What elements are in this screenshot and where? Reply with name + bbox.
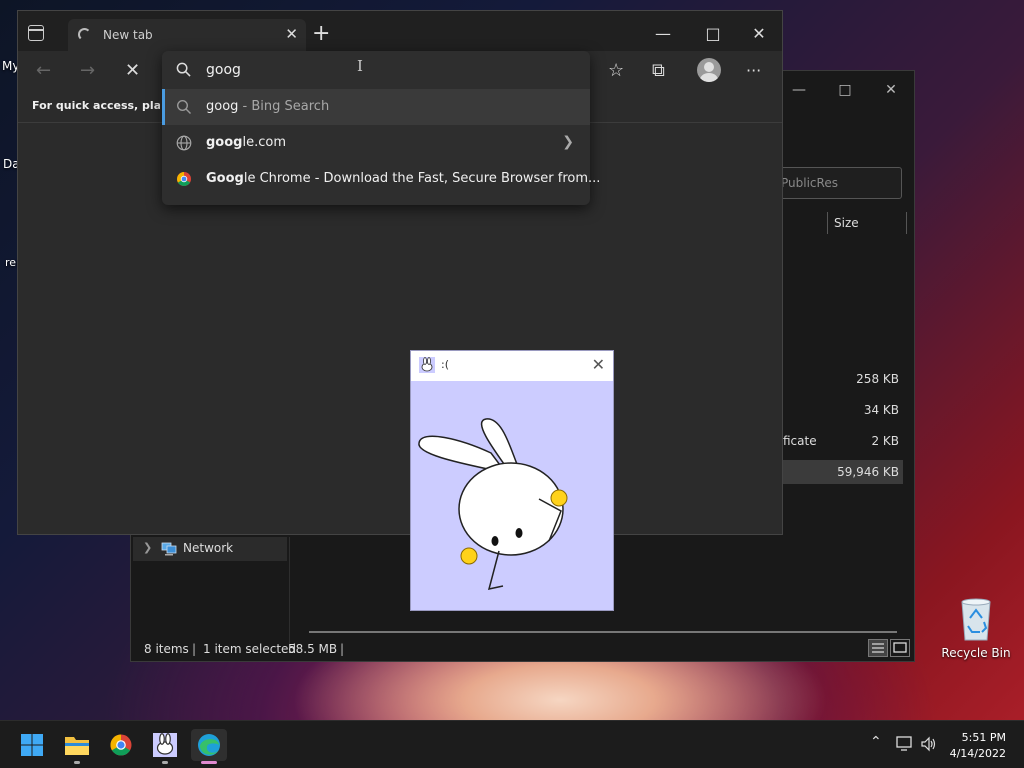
system-tray: ⌃ 5:51 PM 4/14/2022 — [854, 721, 1024, 768]
recycle-bin-icon — [961, 598, 991, 641]
edge-icon — [198, 734, 220, 756]
loading-spinner-icon — [78, 28, 91, 41]
status-separator: | — [340, 642, 345, 656]
chevron-right-icon[interactable]: ❯ — [143, 541, 152, 554]
explorer-maximize-button[interactable]: □ — [822, 75, 868, 105]
file-row-selected[interactable]: 59,946 KB — [783, 460, 903, 484]
explorer-close-button[interactable]: ✕ — [868, 75, 914, 105]
close-window-button[interactable]: ✕ — [736, 19, 782, 47]
nav-item-network[interactable]: ❯ Network — [133, 537, 287, 561]
recycle-bin[interactable]: Recycle Bin — [940, 596, 1011, 666]
windows-logo-icon — [21, 734, 43, 756]
favorites-hint: For quick access, place y — [32, 99, 160, 112]
status-separator: | — [192, 642, 197, 656]
more-options-icon[interactable]: ··· — [746, 61, 761, 80]
address-bar-dropdown[interactable]: goog I goog - Bing Search google.com ❯ G… — [162, 51, 600, 205]
chrome-icon — [177, 172, 191, 186]
taskbar-chrome[interactable] — [103, 729, 139, 761]
search-icon — [176, 62, 191, 77]
clock-date: 4/14/2022 — [949, 747, 1006, 760]
tab-strip: New tab ✕ + — □ ✕ — [18, 11, 782, 51]
running-indicator — [201, 761, 217, 764]
folder-icon — [65, 737, 89, 755]
file-size: 59,946 KB — [837, 465, 899, 479]
taskbar-file-explorer[interactable] — [59, 729, 95, 764]
network-icon — [161, 542, 177, 556]
tab-new-tab[interactable]: New tab ✕ — [68, 19, 306, 51]
file-row[interactable]: 258 KB — [783, 367, 903, 391]
network-status-icon[interactable] — [896, 736, 914, 752]
forward-icon[interactable]: → — [80, 60, 95, 81]
details-view-button[interactable] — [868, 639, 888, 657]
suggestion-bing-search[interactable]: goog - Bing Search — [162, 89, 590, 125]
bunny-illustration — [418, 418, 568, 590]
status-selected: 1 item selected — [203, 642, 297, 656]
large-icons-view-button[interactable] — [890, 639, 910, 657]
status-bar: 8 items | 1 item selected 58.5 MB | — [131, 637, 914, 661]
popup-title: :( — [441, 358, 449, 371]
details-view-icon — [872, 643, 884, 653]
stop-loading-icon[interactable]: ✕ — [125, 60, 140, 81]
maximize-button[interactable]: □ — [690, 19, 736, 47]
running-indicator — [162, 761, 168, 764]
file-row[interactable]: 34 KB — [783, 398, 903, 422]
pane-divider[interactable] — [289, 537, 290, 645]
address-input[interactable]: goog — [206, 62, 241, 78]
taskbar-edge[interactable] — [191, 729, 227, 764]
globe-icon — [176, 135, 192, 151]
start-button[interactable] — [14, 729, 50, 761]
clock-time: 5:51 PM — [961, 731, 1006, 744]
close-tab-icon[interactable]: ✕ — [285, 25, 298, 43]
back-icon[interactable]: ← — [36, 60, 51, 81]
file-size: 34 KB — [863, 403, 899, 417]
chevron-up-icon[interactable]: ⌃ — [870, 734, 882, 750]
file-size: 2 KB — [871, 434, 899, 448]
file-row[interactable]: ficate 2 KB — [783, 429, 903, 453]
popup-title-bar: :( ✕ — [411, 351, 613, 381]
file-size: 258 KB — [856, 372, 899, 386]
running-indicator — [74, 761, 80, 764]
tab-actions-icon[interactable] — [28, 25, 44, 41]
collections-icon[interactable]: ⧉ — [652, 60, 665, 81]
text-cursor-icon: I — [357, 57, 363, 75]
chrome-icon — [110, 734, 132, 756]
taskbar: ⌃ 5:51 PM 4/14/2022 — [0, 720, 1024, 768]
file-name: ficate — [783, 434, 817, 448]
bunny-popup-window[interactable]: :( ✕ — [410, 350, 614, 611]
clock[interactable]: 5:51 PM 4/14/2022 — [950, 730, 1006, 762]
large-icons-view-icon — [893, 642, 907, 653]
explorer-window-controls: — □ ✕ — [774, 75, 914, 105]
status-size: 58.5 MB — [288, 642, 338, 656]
size-column-header[interactable]: Size — [827, 212, 907, 234]
suggestion-google-com[interactable]: google.com ❯ — [162, 125, 590, 161]
new-tab-button[interactable]: + — [312, 23, 330, 45]
status-item-count: 8 items — [144, 642, 189, 656]
favorites-icon[interactable]: ☆ — [608, 60, 624, 81]
suggestion-google-chrome[interactable]: Google Chrome - Download the Fast, Secur… — [162, 161, 600, 197]
address-bar[interactable]: goog I — [162, 51, 590, 89]
minimize-button[interactable]: — — [640, 19, 686, 47]
volume-icon[interactable] — [920, 736, 938, 752]
horizontal-scrollbar[interactable] — [309, 631, 897, 633]
bunny-app-icon — [419, 357, 435, 373]
profile-avatar-icon[interactable] — [697, 58, 721, 82]
taskbar-bunny-app[interactable] — [147, 729, 183, 764]
explorer-search-input[interactable]: PublicRes — [776, 167, 902, 199]
search-icon — [176, 99, 191, 114]
chevron-right-icon[interactable]: ❯ — [562, 134, 574, 150]
bunny-app-icon — [153, 733, 177, 757]
popup-close-icon[interactable]: ✕ — [592, 355, 605, 374]
